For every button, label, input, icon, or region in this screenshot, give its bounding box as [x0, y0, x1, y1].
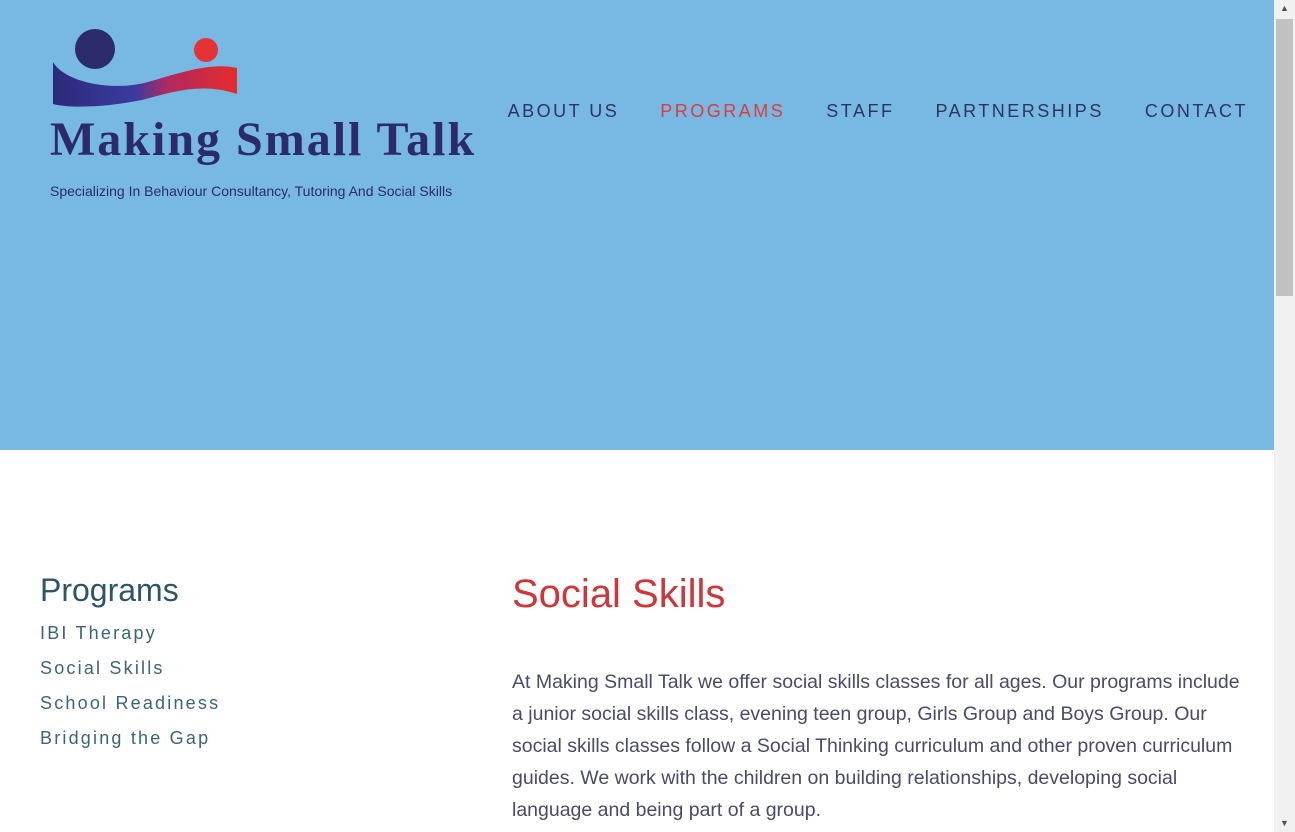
scroll-up-arrow-icon[interactable]: ▲ — [1274, 0, 1295, 17]
page-title: Social Skills — [512, 572, 726, 616]
scroll-down-arrow-icon[interactable]: ▼ — [1274, 815, 1295, 832]
list-item: IBI Therapy — [40, 616, 460, 651]
programs-list: IBI Therapy Social Skills School Readine… — [40, 616, 460, 756]
sidebar-link-ibi-therapy[interactable]: IBI Therapy — [40, 616, 460, 651]
sidebar-link-school-readiness[interactable]: School Readiness — [40, 686, 460, 721]
list-item: School Readiness — [40, 686, 460, 721]
nav-item-staff[interactable]: STAFF — [826, 101, 894, 122]
vertical-scrollbar[interactable]: ▲ ▼ — [1274, 0, 1295, 832]
site-logo-link[interactable]: Making Small Talk Specializing In Behavi… — [50, 26, 490, 206]
nav-item-about-us[interactable]: ABOUT US — [508, 101, 620, 122]
nav-item-partnerships[interactable]: PARTNERSHIPS — [935, 101, 1103, 122]
main-content: Social Skills At Making Small Talk we of… — [512, 568, 1242, 826]
logo-tagline: Specializing In Behaviour Consultancy, T… — [50, 183, 453, 199]
list-item: Bridging the Gap — [40, 721, 460, 756]
scrollbar-thumb[interactable] — [1276, 19, 1293, 296]
main-navigation: ABOUT US PROGRAMS STAFF PARTNERSHIPS CON… — [508, 101, 1248, 122]
site-header: Making Small Talk Specializing In Behavi… — [0, 0, 1274, 450]
logo-figures-icon — [53, 29, 237, 107]
list-item: Social Skills — [40, 651, 460, 686]
sidebar-link-bridging-the-gap[interactable]: Bridging the Gap — [40, 721, 460, 756]
nav-item-contact[interactable]: CONTACT — [1145, 101, 1248, 122]
sidebar-link-social-skills[interactable]: Social Skills — [40, 651, 460, 686]
page-body-text: At Making Small Talk we offer social ski… — [512, 671, 1240, 821]
logo-title: Making Small Talk — [50, 113, 477, 166]
programs-sidebar: Programs IBI Therapy Social Skills Schoo… — [40, 570, 460, 756]
page: Making Small Talk Specializing In Behavi… — [0, 0, 1274, 832]
sidebar-title: Programs — [40, 572, 179, 608]
nav-item-programs[interactable]: PROGRAMS — [660, 101, 785, 122]
